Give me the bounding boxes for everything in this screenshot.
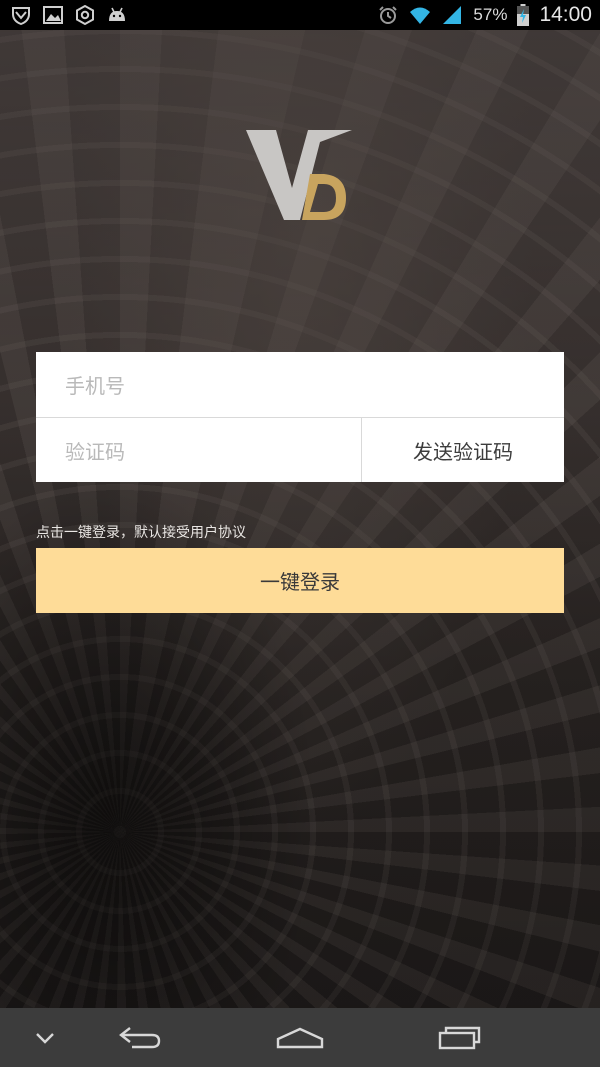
home-button[interactable] <box>270 1008 330 1067</box>
chevron-down-icon <box>36 1032 54 1044</box>
alarm-icon <box>379 6 398 24</box>
phone-input[interactable]: 手机号 <box>36 352 564 417</box>
hide-keyboard-button[interactable] <box>20 1008 70 1067</box>
login-form: 手机号 验证码 发送验证码 <box>36 352 564 482</box>
home-icon <box>276 1027 324 1048</box>
phone-row: 手机号 <box>36 352 564 417</box>
battery-charging-icon <box>517 4 530 26</box>
recents-icon <box>438 1026 481 1049</box>
vd-logo-icon <box>246 130 352 220</box>
back-icon <box>119 1026 161 1048</box>
android-icon <box>109 7 125 21</box>
send-code-button[interactable]: 发送验证码 <box>361 418 564 482</box>
battery-percent: 57% <box>473 5 508 24</box>
login-button[interactable]: 一键登录 <box>36 548 564 613</box>
recents-button[interactable] <box>430 1008 490 1067</box>
verification-code-input[interactable]: 验证码 <box>36 418 361 482</box>
code-row: 验证码 发送验证码 <box>36 417 564 482</box>
clock: 14:00 <box>539 3 592 26</box>
shield-icon <box>12 7 30 25</box>
back-button[interactable] <box>110 1008 170 1067</box>
image-icon <box>43 6 63 24</box>
status-bar: 57% 14:00 <box>0 0 600 30</box>
navigation-bar <box>0 1008 600 1067</box>
hexagon-settings-icon <box>76 5 94 25</box>
agreement-text[interactable]: 点击一键登录，默认接受用户协议 <box>36 522 246 542</box>
signal-icon <box>443 6 462 24</box>
wifi-icon <box>410 7 431 24</box>
